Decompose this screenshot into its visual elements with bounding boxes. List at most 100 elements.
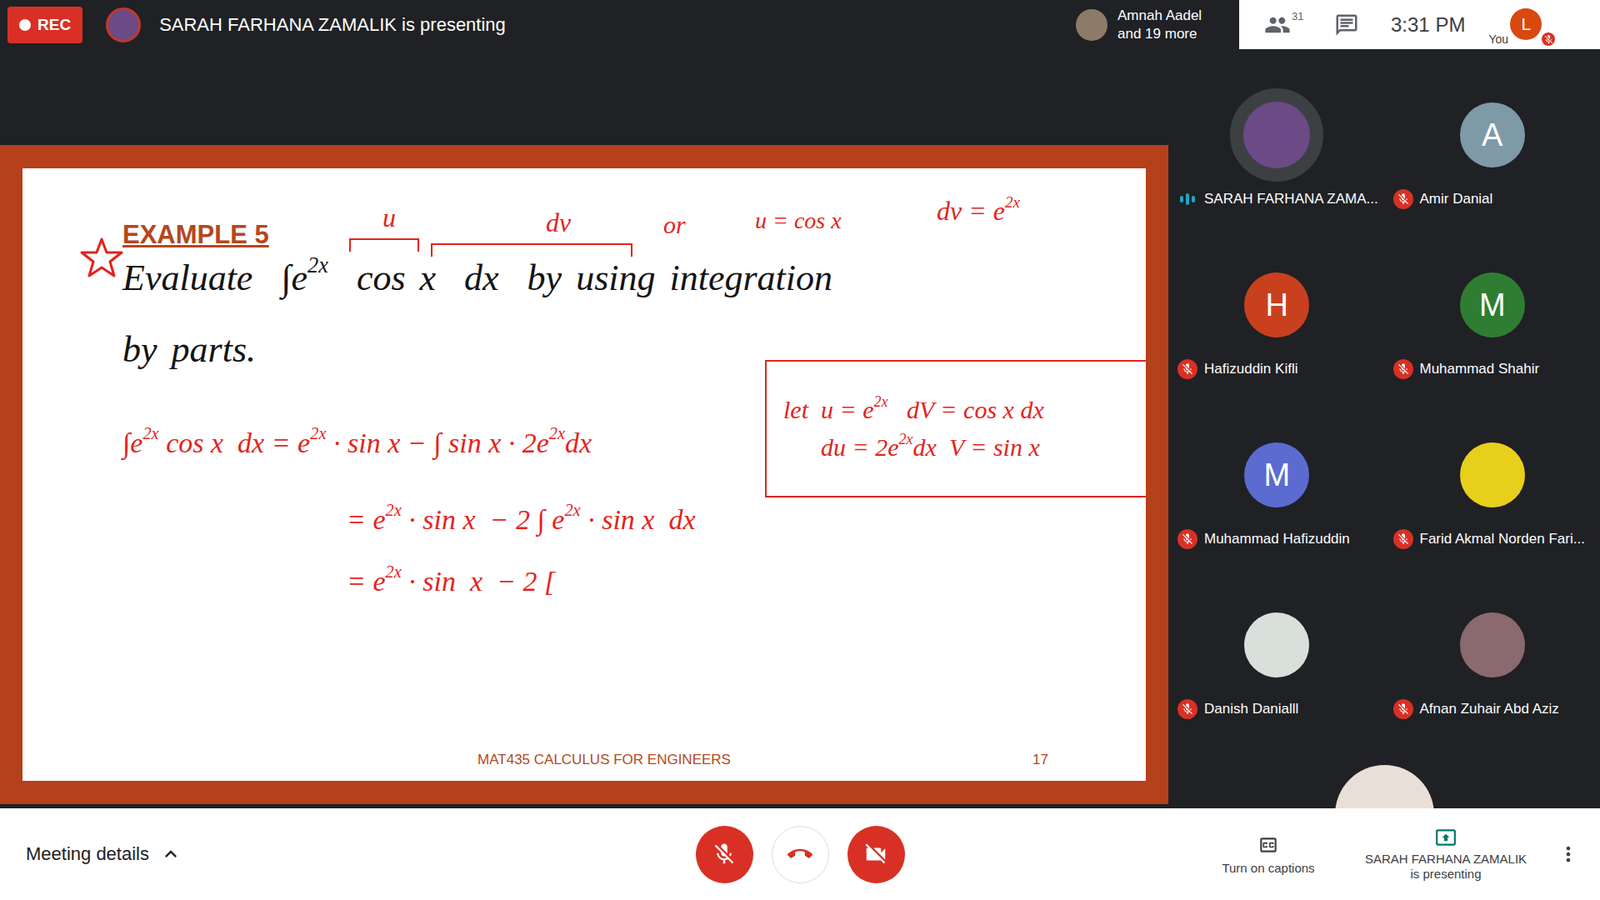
captions-button[interactable]: Turn on captions <box>1205 834 1331 875</box>
bracket-tick <box>417 238 420 252</box>
bracket-line <box>349 238 420 240</box>
substitution-box: let u = e2x dV = cos x dx du = 2e2xdx V … <box>765 360 1146 498</box>
participant-name-row: Farid Akmal Norden Fari... <box>1390 529 1596 550</box>
participant-avatar <box>1230 88 1324 182</box>
participant-name-row: Afnan Zuhair Abd Aziz <box>1390 699 1596 720</box>
annotation: or <box>663 210 686 240</box>
status <box>1177 189 1198 210</box>
camera-button[interactable] <box>847 825 905 884</box>
right-controls: Turn on captions SARAH FARHANA ZAMALIKis … <box>905 826 1600 882</box>
participant-avatar: H <box>1244 272 1310 338</box>
mic-off-icon <box>1540 30 1557 48</box>
participant-name-row: SARAH FARHANA ZAMA... <box>1174 189 1380 210</box>
working-line: ∫e2x cos x dx = e2x · sin x − ∫ sin x · … <box>122 426 592 461</box>
status <box>1393 699 1414 720</box>
participant-tile[interactable]: Farid Akmal Norden Fari... <box>1385 389 1600 560</box>
status <box>1393 189 1414 210</box>
participant-avatar: A <box>1460 102 1525 168</box>
math-text: by parts. <box>122 329 256 370</box>
others-chip[interactable]: Amnah Aadeland 19 more <box>1064 0 1240 50</box>
avatar-initial: H <box>1265 287 1289 324</box>
math-text: 2x <box>142 424 159 443</box>
annotation: u <box>382 201 396 234</box>
participant-tile[interactable]: Danish Danialll <box>1169 559 1385 730</box>
call-controls <box>695 825 905 884</box>
you-label: You <box>1488 32 1509 46</box>
math-text: du = 2e <box>783 433 900 461</box>
math-text: or <box>663 210 686 239</box>
speaking-icon <box>1180 189 1195 210</box>
participant-tile[interactable]: AAmir Danial <box>1385 49 1600 220</box>
others-avatar <box>1075 9 1108 41</box>
mic-off-icon <box>1393 699 1414 720</box>
self-view[interactable]: YouL <box>1485 0 1552 50</box>
participant-name-row: Danish Danialll <box>1174 699 1380 720</box>
participant-avatar: M <box>1460 272 1525 338</box>
math-text: 2x <box>310 424 326 443</box>
working-line: = e2x · sin x − 2 [ <box>346 565 555 600</box>
annotation: u = cos x <box>755 206 842 235</box>
problem-line: by parts. <box>122 328 256 373</box>
avatar-frame: M <box>1445 258 1540 352</box>
slide-page-number: 17 <box>1032 751 1049 769</box>
hang-up-button[interactable] <box>771 825 830 884</box>
presentation-stage: EXAMPLE 5Evaluate ∫e2x cos x dx by using… <box>0 49 1170 809</box>
participant-tile[interactable]: SARAH FARHANA ZAMA... <box>1169 49 1385 220</box>
bracket-tick <box>430 243 433 257</box>
participant-tile[interactable]: HHafizuddin Kifli <box>1169 219 1385 390</box>
participant-avatar <box>1335 765 1435 809</box>
captions-label: Turn on captions <box>1221 860 1315 875</box>
avatar-frame <box>1230 88 1324 182</box>
others-line: and 19 more <box>1117 25 1202 43</box>
meeting-details-button[interactable]: Meeting details <box>0 842 696 866</box>
presenting-label: SARAH FARHANA ZAMALIKis presenting <box>1365 851 1527 882</box>
avatar-frame <box>1445 598 1540 692</box>
participant-tile[interactable]: M Muhammad Hafizuddin <box>1169 389 1385 560</box>
phone-end-icon <box>787 841 813 867</box>
participant-name: Afnan Zuhair Abd Aziz <box>1420 700 1560 718</box>
people-button[interactable]: 31 <box>1264 11 1335 39</box>
math-text: 2x <box>385 562 402 581</box>
math-text: dx <box>565 427 592 459</box>
mic-off-icon <box>1177 529 1198 550</box>
presenting-button[interactable]: SARAH FARHANA ZAMALIKis presenting <box>1354 826 1538 882</box>
participant-tile[interactable]: MMuhammad Shahir <box>1385 219 1600 390</box>
math-text: dv = e <box>936 195 1005 226</box>
participant-avatar <box>1460 442 1525 508</box>
self-avatar: L <box>1510 8 1542 40</box>
participant-tile[interactable]: Afnan Zuhair Abd Aziz <box>1385 559 1600 730</box>
participant-name-row: Muhammad Hafizuddin <box>1174 529 1380 550</box>
math-text: 2x <box>385 500 402 520</box>
math-text: 2x <box>899 430 914 447</box>
presenter-avatar <box>105 7 141 43</box>
bracket-line <box>430 243 633 245</box>
annotation: dv = e2x <box>936 195 1020 227</box>
participant-tile[interactable] <box>1169 729 1600 809</box>
status <box>1393 529 1414 550</box>
slide: EXAMPLE 5Evaluate ∫e2x cos x dx by using… <box>22 168 1146 781</box>
avatar-frame: M <box>1230 428 1324 522</box>
others-text: Amnah Aadeland 19 more <box>1117 6 1202 43</box>
avatar-frame <box>1335 765 1435 809</box>
math-text: · sin x dx <box>580 504 696 535</box>
more-vertical-icon[interactable] <box>1551 842 1585 866</box>
participant-avatar <box>1460 612 1525 678</box>
math-text: ∫e <box>122 427 143 459</box>
people-icon <box>1264 11 1291 39</box>
chat-icon[interactable] <box>1334 12 1360 38</box>
clock: 3:31 PM <box>1390 13 1465 37</box>
mic-button[interactable] <box>695 825 754 884</box>
top-controls: 31 3:31 PM YouL <box>1239 0 1600 50</box>
avatar-initial: M <box>1479 287 1506 324</box>
slide-frame: EXAMPLE 5Evaluate ∫e2x cos x dx by using… <box>0 145 1169 805</box>
problem-line: Evaluate ∫e2x cos x dx by using integrat… <box>122 256 833 301</box>
math-text: u <box>382 202 396 233</box>
mic-off-icon <box>1393 189 1414 210</box>
participant-name: Farid Akmal Norden Fari... <box>1420 530 1585 548</box>
box-line: du = 2e2xdx V = sin x <box>783 430 1140 465</box>
math-text: = e <box>346 565 386 597</box>
bracket-tick <box>630 243 633 257</box>
participant-avatar: M <box>1244 442 1310 508</box>
avatar-frame <box>1230 598 1324 692</box>
participant-name: Muhammad Hafizuddin <box>1204 530 1350 548</box>
